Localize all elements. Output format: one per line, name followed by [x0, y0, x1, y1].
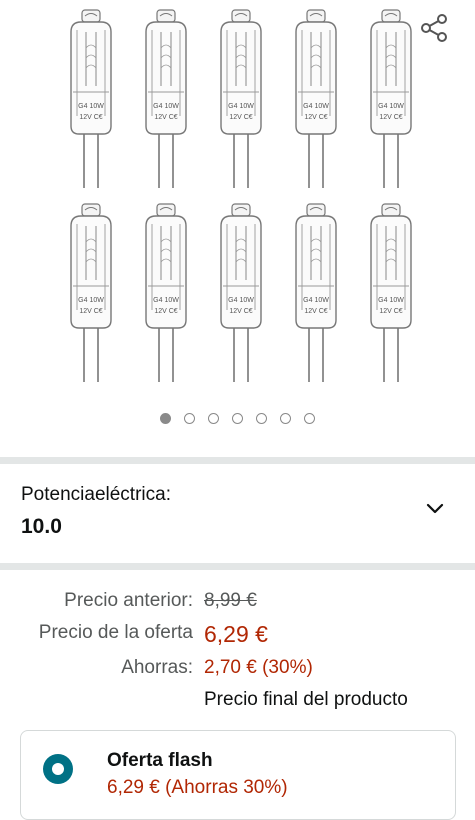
bulb-image: G4 10W 12V C€: [211, 8, 271, 193]
bulb-marking-voltage: 12V C€: [379, 308, 402, 315]
bulb-marking-voltage: 12V C€: [154, 308, 177, 315]
bulb-marking-voltage: 12V C€: [229, 308, 252, 315]
bulb-marking-wattage: G4 10W: [78, 103, 104, 110]
carousel-dot[interactable]: [232, 413, 243, 424]
chevron-down-icon[interactable]: [425, 499, 445, 519]
savings-value: 2,70 € (30%): [204, 657, 313, 678]
bulb-marking-wattage: G4 10W: [228, 103, 254, 110]
bulb-image: G4 10W 12V C€: [61, 8, 121, 193]
deal-price: 6,29 €: [204, 621, 268, 647]
deal-price-label: Precio de la oferta: [38, 622, 193, 643]
bulb-marking-wattage: G4 10W: [378, 103, 404, 110]
bulb-marking-wattage: G4 10W: [78, 297, 104, 304]
bulb-image: G4 10W 12V C€: [136, 8, 196, 193]
carousel-dot[interactable]: [280, 413, 291, 424]
bulb-marking-voltage: 12V C€: [304, 114, 327, 121]
flash-offer-option[interactable]: Oferta flash 6,29 € (Ahorras 30%): [20, 730, 456, 820]
bulb-marking-voltage: 12V C€: [154, 114, 177, 121]
bulb-marking-voltage: 12V C€: [379, 114, 402, 121]
carousel-dot[interactable]: [304, 413, 315, 424]
previous-price: 8,99 €: [204, 590, 257, 611]
variation-value: 10.0: [21, 515, 62, 538]
variation-label: Potenciaeléctrica:: [21, 484, 171, 505]
carousel-dot[interactable]: [256, 413, 267, 424]
bulb-marking-wattage: G4 10W: [153, 297, 179, 304]
bulb-marking-voltage: 12V C€: [229, 114, 252, 121]
share-icon[interactable]: [418, 12, 450, 44]
bulb-image: G4 10W 12V C€: [136, 202, 196, 387]
carousel-indicator: [0, 413, 475, 433]
carousel-dot[interactable]: [184, 413, 195, 424]
bulb-marking-wattage: G4 10W: [228, 297, 254, 304]
bulb-image: G4 10W 12V C€: [61, 202, 121, 387]
power-variation-selector[interactable]: Potenciaeléctrica: 10.0: [0, 466, 475, 563]
bulb-marking-voltage: 12V C€: [79, 114, 102, 121]
product-image-gallery[interactable]: G4 10W 12V C€ G4 10W 12V C€ G4 10W 12V C€ G4 1…: [0, 0, 475, 445]
previous-price-label: Precio anterior:: [64, 590, 193, 611]
flash-offer-subtitle: 6,29 € (Ahorras 30%): [107, 777, 288, 798]
bulb-marking-wattage: G4 10W: [303, 103, 329, 110]
bulb-image: G4 10W 12V C€: [286, 8, 346, 193]
bulb-marking-voltage: 12V C€: [79, 308, 102, 315]
final-price-note: Precio final del producto: [204, 689, 408, 710]
bulb-image: G4 10W 12V C€: [361, 8, 421, 193]
bulb-marking-voltage: 12V C€: [304, 308, 327, 315]
radio-selected-icon[interactable]: [43, 754, 73, 784]
carousel-dot[interactable]: [160, 413, 171, 424]
bulb-marking-wattage: G4 10W: [303, 297, 329, 304]
bulb-image: G4 10W 12V C€: [286, 202, 346, 387]
carousel-dot[interactable]: [208, 413, 219, 424]
bulb-marking-wattage: G4 10W: [153, 103, 179, 110]
savings-label: Ahorras:: [121, 657, 193, 678]
bulb-image: G4 10W 12V C€: [361, 202, 421, 387]
flash-offer-title: Oferta flash: [107, 750, 213, 771]
bulb-marking-wattage: G4 10W: [378, 297, 404, 304]
section-divider: [0, 457, 475, 464]
section-divider: [0, 563, 475, 570]
bulb-image: G4 10W 12V C€: [211, 202, 271, 387]
